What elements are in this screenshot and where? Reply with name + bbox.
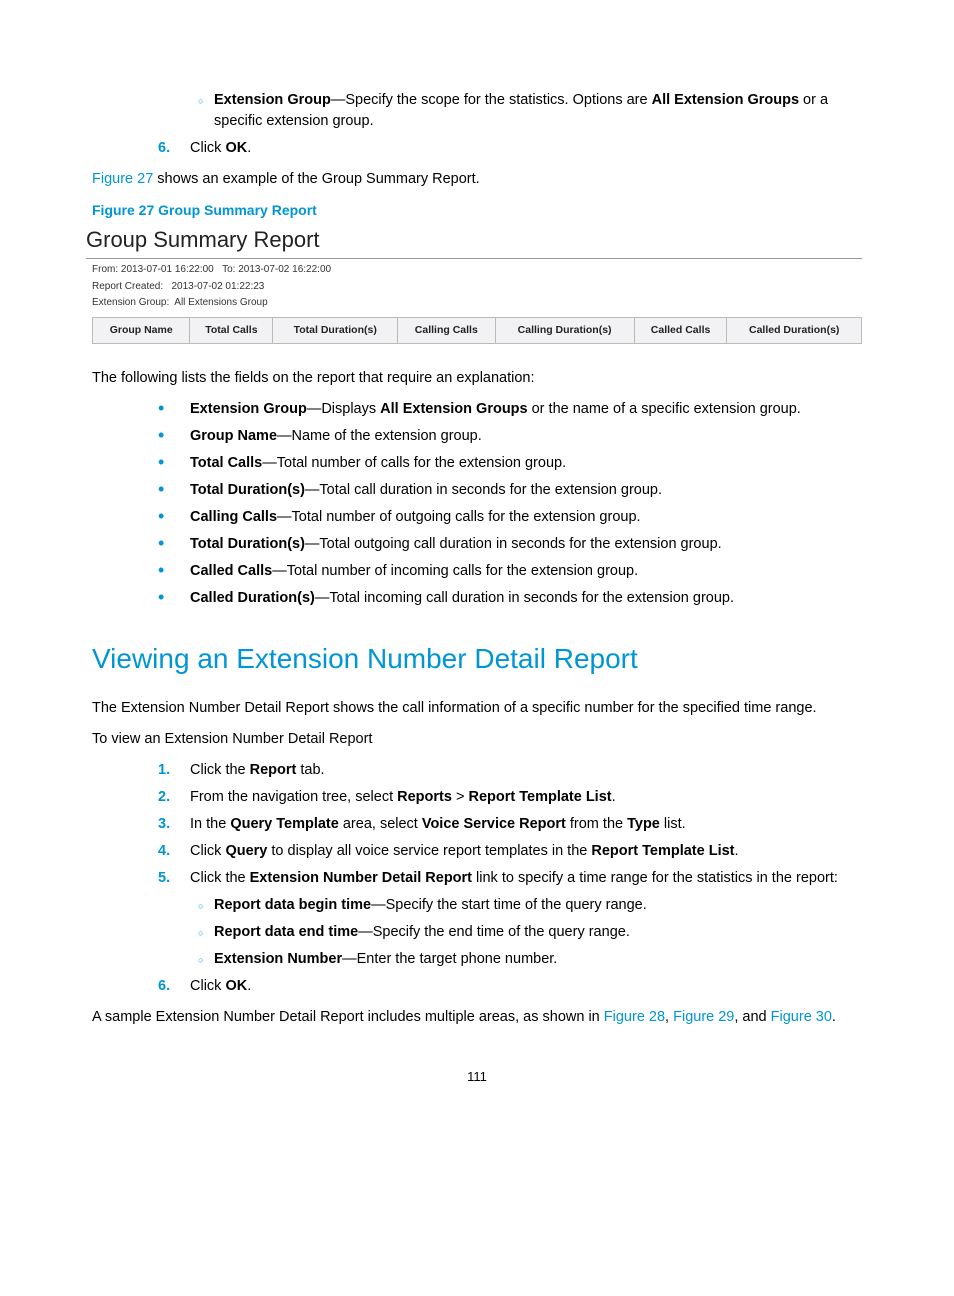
col-total-duration: Total Duration(s) [273, 317, 398, 343]
step-number: 4. [158, 841, 190, 862]
report-meta-extgroup: Extension Group: All Extensions Group [92, 296, 862, 311]
col-calling-duration: Calling Duration(s) [495, 317, 634, 343]
col-called-calls: Called Calls [634, 317, 727, 343]
report-title: Group Summary Report [86, 224, 862, 259]
step-1: 1. Click the Report tab. [158, 760, 862, 781]
step-4: 4. Click Query to display all voice serv… [158, 841, 862, 862]
step-number: 5. [158, 868, 190, 889]
def-group-name: • Group Name—Name of the extension group… [158, 426, 862, 447]
content-block: ○ Extension Group—Specify the scope for … [158, 90, 862, 1028]
tail-para: A sample Extension Number Detail Report … [92, 1007, 862, 1028]
def-calling-calls: • Calling Calls—Total number of outgoing… [158, 507, 862, 528]
report-meta-dates: From: 2013-07-01 16:22:00 To: 2013-07-02… [92, 263, 862, 278]
figure-27-caption: Figure 27 Group Summary Report [92, 200, 862, 220]
figure-intro: Figure 27 shows an example of the Group … [92, 169, 862, 190]
step-number: 1. [158, 760, 190, 781]
bullet-icon: • [158, 426, 190, 447]
bullet-icon: • [158, 561, 190, 582]
step-6: 6. Click OK. [158, 138, 862, 159]
step-text: Click OK. [190, 138, 862, 159]
report-header-row: Group Name Total Calls Total Duration(s)… [93, 317, 862, 343]
report-meta-created: Report Created: 2013-07-02 01:22:23 [92, 280, 862, 295]
sub-item-text: Extension Group—Specify the scope for th… [214, 90, 862, 132]
def-extension-group: • Extension Group—Displays All Extension… [158, 399, 862, 420]
circle-marker-icon: ○ [198, 949, 214, 970]
term: Extension Group [214, 92, 331, 108]
page-number: 111 [92, 1068, 862, 1087]
options: All Extension Groups [652, 92, 799, 108]
step-2: 2. From the navigation tree, select Repo… [158, 787, 862, 808]
explain-intro: The following lists the fields on the re… [92, 368, 862, 389]
section-heading: Viewing an Extension Number Detail Repor… [92, 639, 862, 680]
sub-list: ○ Extension Group—Specify the scope for … [198, 90, 862, 132]
bullet-icon: • [158, 534, 190, 555]
figure-27-link[interactable]: Figure 27 [92, 171, 153, 187]
sub-ext-number: ○ Extension Number—Enter the target phon… [198, 949, 862, 970]
bullet-icon: • [158, 399, 190, 420]
step-number: 6. [158, 976, 190, 997]
figure-27-image: Group Summary Report From: 2013-07-01 16… [92, 224, 862, 344]
bullet-icon: • [158, 480, 190, 501]
figure-28-link[interactable]: Figure 28 [604, 1009, 665, 1025]
figure-30-link[interactable]: Figure 30 [771, 1009, 832, 1025]
col-calling-calls: Calling Calls [398, 317, 495, 343]
step-5-sublist: ○ Report data begin time—Specify the sta… [198, 895, 862, 970]
step-number: 3. [158, 814, 190, 835]
def-called-duration: • Called Duration(s)—Total incoming call… [158, 588, 862, 609]
bullet-icon: • [158, 507, 190, 528]
col-called-duration: Called Duration(s) [727, 317, 862, 343]
col-group-name: Group Name [93, 317, 190, 343]
step-3: 3. In the Query Template area, select Vo… [158, 814, 862, 835]
sub-item-extension-group: ○ Extension Group—Specify the scope for … [198, 90, 862, 132]
sub-end-time: ○ Report data end time—Specify the end t… [198, 922, 862, 943]
step-6b: 6. Click OK. [158, 976, 862, 997]
bullet-icon: • [158, 588, 190, 609]
step-5: 5. Click the Extension Number Detail Rep… [158, 868, 862, 889]
step-number: 6. [158, 138, 190, 159]
document-page: ○ Extension Group—Specify the scope for … [0, 0, 954, 1147]
step-number: 2. [158, 787, 190, 808]
circle-marker-icon: ○ [198, 922, 214, 943]
def-total-duration-2: • Total Duration(s)—Total outgoing call … [158, 534, 862, 555]
def-total-calls: • Total Calls—Total number of calls for … [158, 453, 862, 474]
def-called-calls: • Called Calls—Total number of incoming … [158, 561, 862, 582]
report-table: Group Name Total Calls Total Duration(s)… [92, 317, 862, 344]
sub-begin-time: ○ Report data begin time—Specify the sta… [198, 895, 862, 916]
circle-marker-icon: ○ [198, 90, 214, 132]
to-view-intro: To view an Extension Number Detail Repor… [92, 729, 862, 750]
section-desc: The Extension Number Detail Report shows… [92, 698, 862, 719]
def-total-duration: • Total Duration(s)—Total call duration … [158, 480, 862, 501]
col-total-calls: Total Calls [190, 317, 273, 343]
bullet-icon: • [158, 453, 190, 474]
figure-29-link[interactable]: Figure 29 [673, 1009, 734, 1025]
circle-marker-icon: ○ [198, 895, 214, 916]
